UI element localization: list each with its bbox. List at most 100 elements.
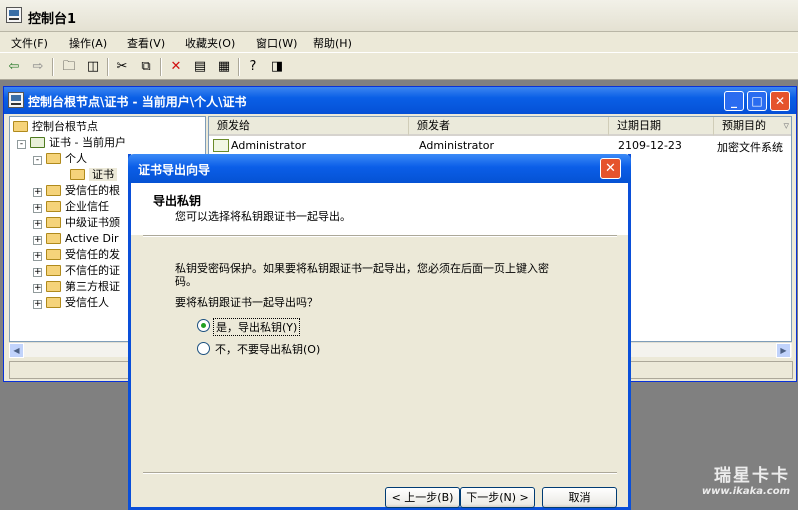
tree-item-label: 中级证书颁: [65, 216, 120, 229]
list-cell-issued-by: Administrator: [419, 139, 494, 152]
tree-item[interactable]: + 不信任的证: [13, 263, 126, 279]
dialog-title: 证书导出向导: [138, 163, 211, 177]
app-title: 控制台1: [28, 12, 77, 27]
dialog-close-button[interactable]: ✕: [600, 158, 621, 179]
tree-item-label: 受信任的根: [65, 184, 120, 197]
menu-file[interactable]: 文件(F): [11, 35, 48, 51]
watermark-logo: 瑞星卡卡 www.ikaka.com: [650, 461, 790, 501]
show-hide-tree-icon[interactable]: ◫: [83, 58, 103, 76]
maximize-button[interactable]: □: [747, 91, 767, 111]
menu-favorites[interactable]: 收藏夹(O): [185, 35, 235, 51]
export-list-icon[interactable]: ▦: [214, 58, 234, 76]
scroll-left-icon[interactable]: ◀: [9, 343, 24, 358]
column-header-purpose[interactable]: 预期目的 ▿: [714, 117, 791, 136]
list-cell-issued-to[interactable]: Administrator: [231, 139, 306, 152]
menu-help[interactable]: 帮助(H): [313, 35, 352, 51]
menu-view[interactable]: 查看(V): [127, 35, 165, 51]
folder-icon: [46, 281, 61, 292]
tree-item[interactable]: 控制台根节点: [13, 119, 126, 135]
radio-export-yes-label[interactable]: 是，导出私钥(Y): [213, 318, 301, 336]
child-titlebar: 控制台根节点\证书 - 当前用户\个人\证书 _ □ ✕: [4, 87, 796, 114]
folder-icon: [46, 217, 61, 228]
help-icon[interactable]: ?: [243, 58, 263, 76]
toolbar-separator: [238, 58, 240, 76]
back-icon[interactable]: ⇦: [4, 58, 24, 76]
export-question: 要将私钥跟证书一起导出吗？: [175, 296, 318, 309]
column-header-issued-to[interactable]: 颁发给: [209, 117, 409, 136]
list-cell-purpose: 加密文件系统: [717, 141, 783, 154]
console-app-icon: [6, 7, 22, 23]
watermark-url: www.ikaka.com: [701, 486, 790, 497]
folder-icon: [46, 265, 61, 276]
tree-item-label: 不信任的证: [65, 264, 120, 277]
column-header-issued-by[interactable]: 颁发者: [409, 117, 609, 136]
collapse-icon[interactable]: -: [17, 140, 26, 149]
expand-icon[interactable]: +: [33, 284, 42, 293]
scroll-right-icon[interactable]: ▶: [776, 343, 791, 358]
tree-item-label: Active Dir: [65, 232, 119, 245]
tree-item-label: 受信任的发: [65, 248, 120, 261]
back-button[interactable]: < 上一步(B): [385, 487, 460, 508]
radio-export-no-label[interactable]: 不，不要导出私钥(O): [215, 341, 320, 357]
wizard-subheading: 您可以选择将私钥跟证书一起导出。: [175, 210, 351, 223]
menubar: 文件(F) 操作(A) 查看(V) 收藏夹(O) 窗口(W) 帮助(H): [0, 32, 798, 52]
tree-item[interactable]: + 中级证书颁: [13, 215, 126, 231]
next-button[interactable]: 下一步(N) >: [460, 487, 535, 508]
copy-icon[interactable]: ⧉: [136, 58, 156, 76]
wizard-header: 导出私钥 您可以选择将私钥跟证书一起导出。: [131, 183, 628, 235]
certificate-icon: [213, 139, 229, 152]
console-root-icon: [8, 92, 24, 108]
folder-icon: [46, 233, 61, 244]
tree-item-label: 证书 - 当前用户: [49, 136, 126, 149]
tree-item[interactable]: 证书: [13, 167, 126, 183]
cancel-button[interactable]: 取消: [542, 487, 617, 508]
column-header-expiry[interactable]: 过期日期: [609, 117, 714, 136]
toolbar-separator: [107, 58, 109, 76]
expand-icon[interactable]: +: [33, 236, 42, 245]
folder-icon: [46, 201, 61, 212]
folder-icon: [46, 249, 61, 260]
forward-icon[interactable]: ⇨: [28, 58, 48, 76]
cut-icon[interactable]: ✂: [112, 58, 132, 76]
sort-arrow-icon: ▿: [783, 119, 789, 132]
tree-item[interactable]: + Active Dir: [13, 231, 126, 247]
collapse-icon[interactable]: -: [33, 156, 42, 165]
menu-window[interactable]: 窗口(W): [256, 35, 297, 51]
folder-icon: [46, 153, 61, 164]
watermark-brand: 瑞星卡卡: [714, 466, 790, 486]
expand-icon[interactable]: +: [33, 204, 42, 213]
app-titlebar: 控制台1: [0, 0, 798, 32]
tree-item[interactable]: + 第三方根证: [13, 279, 126, 295]
expand-icon[interactable]: +: [33, 252, 42, 261]
child-window-title: 控制台根节点\证书 - 当前用户\个人\证书: [28, 95, 247, 109]
folder-icon: [46, 297, 61, 308]
tree-item[interactable]: + 企业信任: [13, 199, 126, 215]
up-folder-icon[interactable]: 🗀: [59, 58, 79, 76]
radio-export-no[interactable]: [197, 342, 210, 355]
export-wizard-dialog: 证书导出向导 ✕ 导出私钥 您可以选择将私钥跟证书一起导出。 私钥受密码保护。如…: [128, 154, 631, 510]
tree-item[interactable]: + 受信任的发: [13, 247, 126, 263]
radio-export-yes[interactable]: [197, 319, 210, 332]
tree-item[interactable]: + 受信任人: [13, 295, 126, 311]
properties-icon[interactable]: ▤: [190, 58, 210, 76]
expand-icon[interactable]: +: [33, 188, 42, 197]
expand-icon[interactable]: +: [33, 268, 42, 277]
toolbar-separator: [52, 58, 54, 76]
tree-item[interactable]: - 证书 - 当前用户: [13, 135, 126, 151]
dialog-titlebar: 证书导出向导 ✕: [128, 154, 631, 183]
toolbar-separator: [160, 58, 162, 76]
wizard-heading: 导出私钥: [153, 194, 202, 208]
list-cell-expiry: 2109-12-23: [618, 139, 682, 152]
tree-item[interactable]: - 个人: [13, 151, 126, 167]
menu-action[interactable]: 操作(A): [69, 35, 107, 51]
tree-item-label: 控制台根节点: [32, 120, 98, 133]
close-button[interactable]: ✕: [770, 91, 790, 111]
action-pane-icon[interactable]: ◨: [267, 58, 287, 76]
folder-icon: [46, 185, 61, 196]
expand-icon[interactable]: +: [33, 220, 42, 229]
tree-item[interactable]: + 受信任的根: [13, 183, 126, 199]
delete-icon[interactable]: ✕: [166, 58, 186, 76]
expand-icon[interactable]: +: [33, 300, 42, 309]
tree-item-label: 第三方根证: [65, 280, 120, 293]
minimize-button[interactable]: _: [724, 91, 744, 111]
